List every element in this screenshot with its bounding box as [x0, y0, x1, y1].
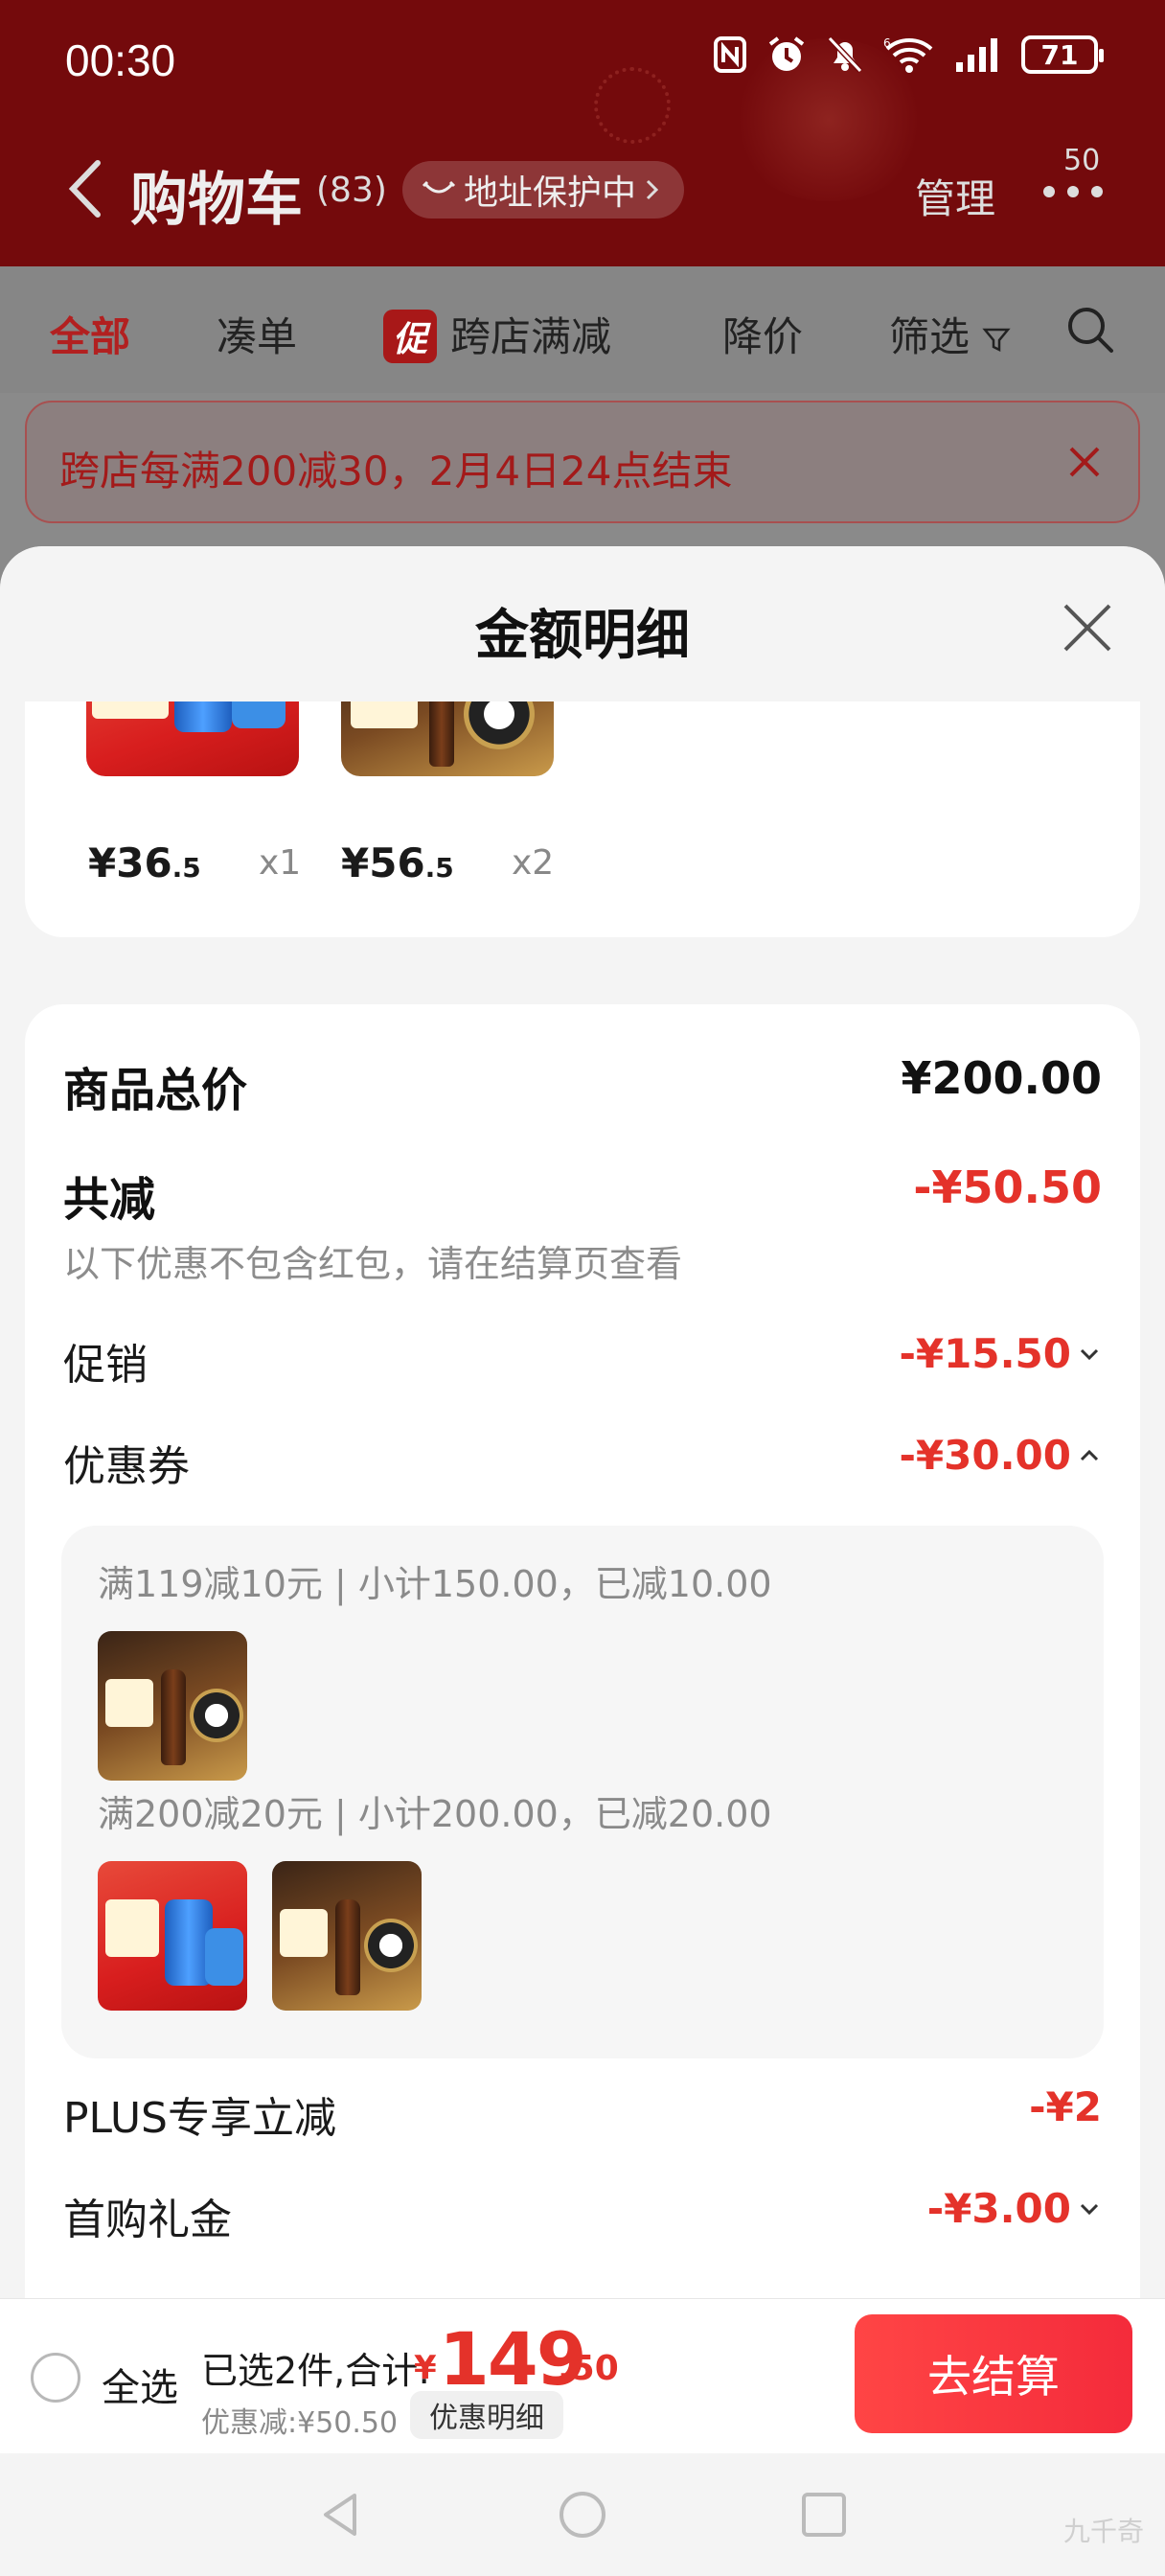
- page-title: 购物车: [130, 167, 303, 234]
- cart-header: 00:30 6 71 购物车 (83) 地址保护中 管理 50: [0, 0, 1165, 266]
- coupon-product-thumb[interactable]: [272, 1861, 422, 2011]
- product-price-int: ¥36: [88, 840, 172, 886]
- total-price-value: ¥200.00: [901, 1052, 1102, 1104]
- discount-detail-button[interactable]: 优惠明细: [410, 2391, 563, 2439]
- close-icon[interactable]: [1063, 441, 1106, 483]
- first-purchase-amount: -¥3.00: [926, 2185, 1071, 2232]
- sheet-title: 金额明细: [475, 605, 690, 667]
- tab-all[interactable]: 全部: [50, 305, 130, 363]
- coupon-detail-box: 满119减10元 | 小计150.00，已减10.00 满200减20元 | 小…: [61, 1526, 1104, 2058]
- wifi-6-icon: 6: [883, 36, 933, 73]
- product-price-dec: .5: [171, 852, 201, 884]
- status-icons: 6 71: [713, 34, 1104, 75]
- plus-discount-label: PLUS专享立减: [63, 2094, 336, 2143]
- battery-icon: 71: [1021, 35, 1104, 74]
- cart-count: (83): [316, 171, 387, 210]
- alarm-icon: [768, 36, 805, 71]
- svg-text:6: 6: [883, 36, 891, 50]
- status-bar: 00:30 6 71: [0, 0, 1165, 115]
- promo-banner: 跨店每满200减30，2月4日24点结束: [25, 401, 1140, 523]
- product-price: ¥36.5: [88, 840, 201, 886]
- smile-icon: [422, 180, 456, 194]
- beer-bottle-image: [161, 1669, 186, 1765]
- coupon-product-thumb[interactable]: [98, 1631, 247, 1781]
- chevron-right-icon: [646, 179, 659, 200]
- coupon-label: 优惠券: [63, 1442, 190, 1491]
- total-reduction-value: -¥50.50: [913, 1162, 1102, 1213]
- system-navigation-bar: 九千奇: [0, 2453, 1165, 2576]
- back-icon[interactable]: [57, 155, 115, 222]
- plus-discount-value: -¥2: [1029, 2083, 1102, 2130]
- beer-box-image: [205, 1928, 243, 1986]
- price-summary-card: 商品总价 ¥200.00 共减 -¥50.50 以下优惠不包含红包，请在结算页查…: [25, 1004, 1140, 2300]
- home-circle-icon[interactable]: [556, 2488, 609, 2542]
- total-price-label: 商品总价: [63, 1064, 248, 1117]
- promo-sticker: [105, 1679, 153, 1727]
- address-protection-label: 地址保护中: [464, 173, 637, 213]
- status-time: 00:30: [65, 35, 176, 85]
- promo-sticker: [280, 1909, 328, 1957]
- tab-filter[interactable]: 筛选: [889, 305, 1012, 363]
- product-price: ¥56.5: [341, 840, 454, 886]
- back-triangle-icon[interactable]: [314, 2488, 368, 2542]
- checkout-button[interactable]: 去结算: [855, 2314, 1132, 2433]
- promotion-label: 促销: [63, 1341, 148, 1390]
- product-qty: x2: [512, 843, 555, 883]
- selected-count-text: 已选2件,合计:: [201, 2350, 431, 2392]
- manage-button[interactable]: 管理: [915, 167, 995, 225]
- promotion-amount: -¥15.50: [899, 1330, 1071, 1377]
- watermark: 九千奇: [1062, 2516, 1144, 2547]
- signal-icon: [956, 38, 997, 72]
- product-qty: x1: [259, 843, 302, 883]
- chevron-down-icon: [1080, 2203, 1099, 2215]
- tab-price-drop[interactable]: 降价: [722, 305, 803, 363]
- product-price-int: ¥56: [341, 840, 425, 886]
- discount-amount-text: 优惠减:¥50.50: [201, 2406, 399, 2440]
- filter-tabs: 全部 凑单 促跨店满减 降价 筛选: [0, 266, 1165, 393]
- sheet-header: 金额明细: [0, 546, 1165, 702]
- coupon-value: -¥30.00: [899, 1432, 1102, 1479]
- reduction-note: 以下优惠不包含红包，请在结算页查看: [63, 1243, 683, 1285]
- mute-icon: [827, 35, 863, 74]
- recents-square-icon[interactable]: [797, 2488, 851, 2542]
- address-protection-pill[interactable]: 地址保护中: [402, 161, 685, 218]
- promo-sticker: [105, 1899, 159, 1957]
- tab-cross-store[interactable]: 促跨店满减: [383, 305, 611, 363]
- checkout-bar: 全选 已选2件,合计: ¥ 149 .50 优惠减:¥50.50 优惠明细 去结…: [0, 2298, 1165, 2453]
- coupon-amount: -¥30.00: [899, 1432, 1071, 1479]
- promo-tag: 促: [383, 310, 438, 363]
- battery-level: 71: [1040, 38, 1079, 71]
- select-all-label[interactable]: 全选: [102, 2357, 178, 2412]
- coupon-line: 满119减10元 | 小计150.00，已减10.00: [98, 1563, 772, 1605]
- tab-filter-label: 筛选: [889, 313, 971, 360]
- message-badge: 50: [1063, 144, 1101, 177]
- first-purchase-value: -¥3.00: [927, 2185, 1102, 2232]
- close-icon[interactable]: [1060, 600, 1115, 656]
- chevron-down-icon: [1080, 1348, 1099, 1360]
- filter-icon: [982, 328, 1012, 352]
- product-price-dec: .5: [424, 852, 454, 884]
- search-icon[interactable]: [1063, 303, 1117, 356]
- coupon-product-thumb[interactable]: [98, 1861, 247, 2011]
- more-icon[interactable]: [1039, 172, 1107, 211]
- first-purchase-label: 首购礼金: [63, 2196, 232, 2244]
- brand-badge-image: [190, 1689, 243, 1742]
- nfc-icon: [714, 36, 746, 73]
- beer-bottle-image: [335, 1899, 360, 1995]
- amount-detail-sheet: ¥36.5 x1 ¥56.5 x2 金额明细 商品总价 ¥200.00 共减 -…: [0, 546, 1165, 2300]
- promotion-value: -¥15.50: [899, 1330, 1102, 1377]
- tab-bundle[interactable]: 凑单: [217, 305, 297, 363]
- chevron-up-icon: [1080, 1449, 1099, 1460]
- tab-cross-store-label: 跨店满减: [450, 313, 612, 360]
- select-all-radio[interactable]: [31, 2353, 80, 2403]
- coupon-line: 满200减20元 | 小计200.00，已减20.00: [98, 1793, 772, 1835]
- brand-badge-image: [364, 1919, 418, 1972]
- total-amount-dec: .50: [558, 2349, 619, 2388]
- nav-bar: 购物车 (83) 地址保护中 管理 50: [0, 144, 1165, 240]
- promo-banner-text: 跨店每满200减30，2月4日24点结束: [59, 448, 733, 494]
- total-currency: ¥: [414, 2349, 437, 2387]
- total-reduction-label: 共减: [63, 1173, 156, 1227]
